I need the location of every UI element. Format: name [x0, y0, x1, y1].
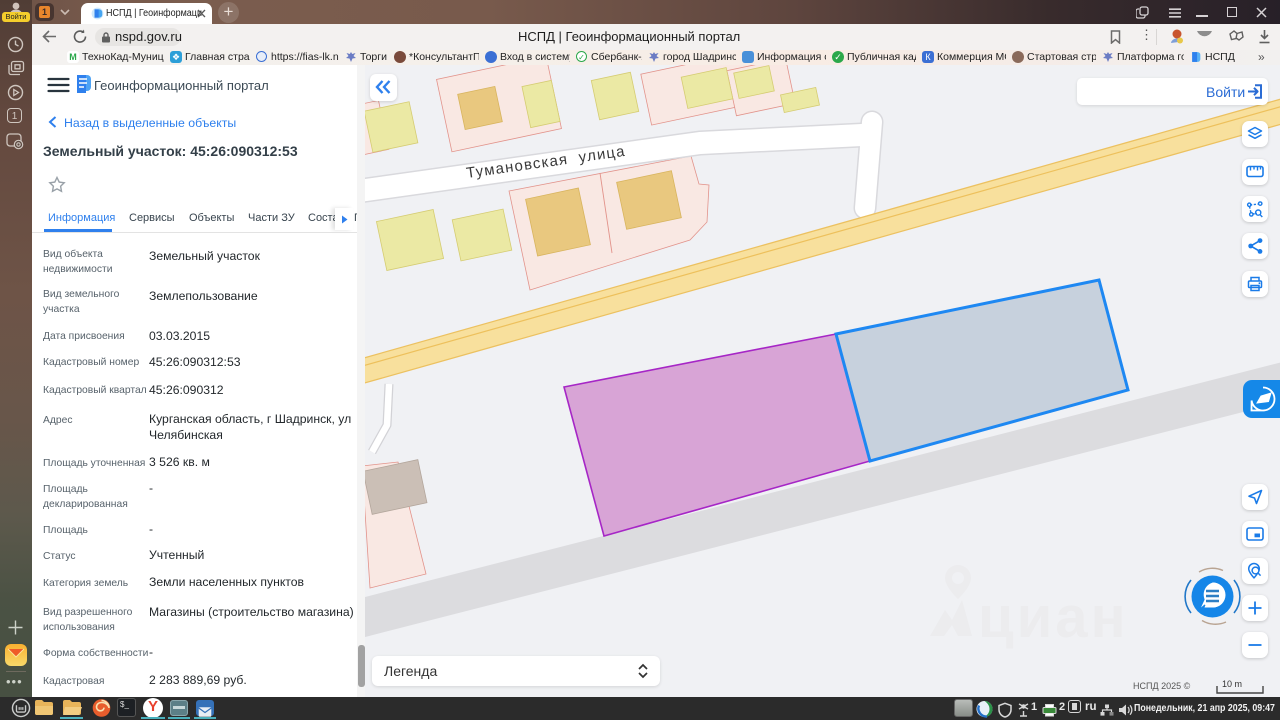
svg-text:циан: циан: [978, 585, 1129, 650]
